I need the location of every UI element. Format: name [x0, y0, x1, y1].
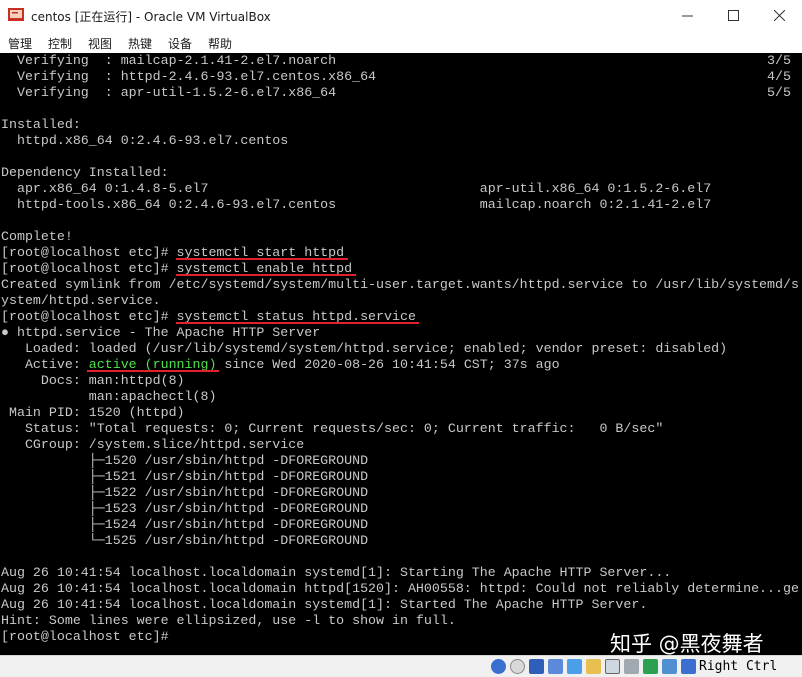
- console-line: Docs: man:httpd(8): [1, 373, 185, 388]
- video-capture-icon[interactable]: [624, 659, 639, 674]
- console-line: man:apachectl(8): [1, 389, 217, 404]
- console-line: ├─1523 /usr/sbin/httpd -DFOREGROUND: [1, 501, 369, 516]
- menu-hotkeys[interactable]: 热键: [128, 35, 152, 52]
- console-line: Hint: Some lines were ellipsized, use -l…: [1, 613, 456, 628]
- host-key-label: Right Ctrl: [699, 659, 778, 674]
- console-line: Loaded: loaded (/usr/lib/systemd/system/…: [1, 341, 728, 356]
- usb-icon[interactable]: [567, 659, 582, 674]
- watermark: 知乎 @黑夜舞者: [610, 632, 764, 656]
- hard-disk-icon[interactable]: [491, 659, 506, 674]
- console-line: httpd-tools.x86_64 0:2.4.6-93.el7.centos…: [1, 197, 712, 212]
- console-line: CGroup: /system.slice/httpd.service: [1, 437, 305, 452]
- active-label: Active:: [1, 357, 89, 372]
- console-line-active: Active: active (running) since Wed 2020-…: [1, 357, 560, 373]
- mouse-integration-icon[interactable]: [662, 659, 677, 674]
- optical-drive-icon[interactable]: [510, 659, 525, 674]
- console-line: Dependency Installed:: [1, 165, 169, 180]
- menu-control[interactable]: 控制: [48, 35, 72, 52]
- progress-count: 3/5: [767, 53, 791, 68]
- active-state-underline: [87, 370, 219, 372]
- console-line: ├─1522 /usr/sbin/httpd -DFOREGROUND: [1, 485, 369, 500]
- progress-count: 4/5: [767, 69, 791, 84]
- status-bar: Right Ctrl: [0, 655, 802, 677]
- maximize-button[interactable]: [710, 0, 756, 31]
- console-line: Installed:: [1, 117, 81, 132]
- console-line: ├─1524 /usr/sbin/httpd -DFOREGROUND: [1, 517, 369, 532]
- window-titlebar[interactable]: centos [正在运行] - Oracle VM VirtualBox: [0, 0, 802, 31]
- menu-bar: 管理 控制 视图 热键 设备 帮助: [0, 31, 802, 53]
- menu-view[interactable]: 视图: [88, 35, 112, 52]
- console-line: Status: "Total requests: 0; Current requ…: [1, 421, 664, 436]
- console-line: └─1525 /usr/sbin/httpd -DFOREGROUND: [1, 533, 369, 548]
- console-line: ├─1520 /usr/sbin/httpd -DFOREGROUND: [1, 453, 369, 468]
- console-line: Aug 26 10:41:54 localhost.localdomain sy…: [1, 565, 672, 580]
- menu-help[interactable]: 帮助: [208, 35, 232, 52]
- command-underline: [176, 322, 419, 324]
- console-line: ├─1521 /usr/sbin/httpd -DFOREGROUND: [1, 469, 369, 484]
- vm-console-screen[interactable]: Verifying : mailcap-2.1.41-2.el7.noarch …: [0, 53, 802, 655]
- console-line: [root@localhost etc]#: [1, 629, 169, 644]
- minimize-icon: [681, 15, 693, 17]
- console-line: Main PID: 1520 (httpd): [1, 405, 185, 420]
- console-line: Verifying : apr-util-1.5.2-6.el7.x86_64: [1, 85, 337, 100]
- keyboard-capture-icon[interactable]: [681, 659, 696, 674]
- maximize-icon: [727, 10, 739, 21]
- menu-devices[interactable]: 设备: [168, 35, 192, 52]
- window-title: centos [正在运行] - Oracle VM VirtualBox: [31, 10, 271, 24]
- console-line: httpd.x86_64 0:2.4.6-93.el7.centos: [1, 133, 289, 148]
- console-line: Complete!: [1, 229, 73, 244]
- console-line: Aug 26 10:41:54 localhost.localdomain ht…: [1, 581, 799, 596]
- active-since: since Wed 2020-08-26 10:41:54 CST; 37s a…: [216, 357, 560, 372]
- menu-manage[interactable]: 管理: [8, 35, 32, 52]
- command-underline: [176, 274, 356, 276]
- console-line: Created symlink from /etc/systemd/system…: [1, 277, 799, 292]
- progress-count: 5/5: [767, 85, 791, 100]
- processor-icon[interactable]: [643, 659, 658, 674]
- console-line: Verifying : httpd-2.4.6-93.el7.centos.x8…: [1, 69, 377, 84]
- console-line: Aug 26 10:41:54 localhost.localdomain sy…: [1, 597, 648, 612]
- audio-icon[interactable]: [529, 659, 544, 674]
- virtualbox-vm-icon: [8, 8, 24, 21]
- console-line: apr.x86_64 0:1.4.8-5.el7 apr-util.x86_64…: [1, 181, 712, 196]
- network-icon[interactable]: [548, 659, 563, 674]
- close-icon: [773, 10, 785, 21]
- console-line: ystem/httpd.service.: [1, 293, 161, 308]
- console-line: ● httpd.service - The Apache HTTP Server: [1, 325, 321, 340]
- close-button[interactable]: [756, 0, 802, 31]
- minimize-button[interactable]: [664, 0, 710, 31]
- command-underline: [176, 258, 348, 260]
- display-icon[interactable]: [605, 659, 620, 674]
- shared-folder-icon[interactable]: [586, 659, 601, 674]
- console-line: Verifying : mailcap-2.1.41-2.el7.noarch: [1, 53, 337, 68]
